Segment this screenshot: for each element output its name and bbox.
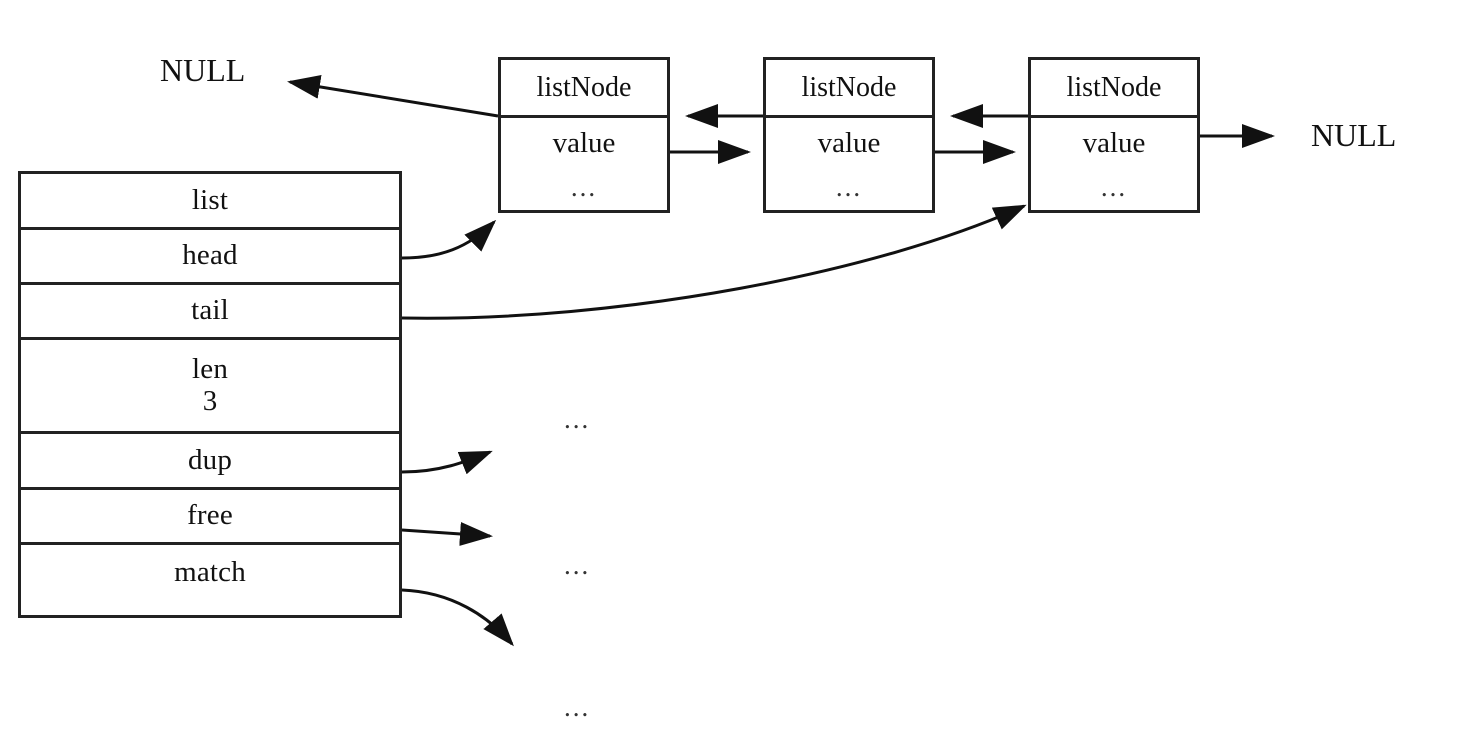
struct-row-free: free	[21, 490, 399, 545]
list-node-3: listNode value ...	[1028, 57, 1200, 213]
struct-field-name-match: match	[174, 555, 246, 588]
list-node-1-value: value	[552, 127, 616, 159]
arrow-head-to-node1	[401, 219, 497, 260]
struct-row-tail: tail	[21, 285, 399, 340]
list-node-3-body: value ...	[1031, 118, 1197, 210]
list-node-3-value: value	[1082, 127, 1146, 159]
dup-callback-ellipsis: ...	[564, 404, 591, 434]
list-node-3-title: listNode	[1031, 60, 1197, 118]
list-struct-table: list head tail len 3 dup free match	[18, 171, 402, 618]
list-node-2-value: value	[817, 127, 881, 159]
struct-row-len: len 3	[21, 340, 399, 434]
list-node-2-title: listNode	[766, 60, 932, 118]
null-label-right: NULL	[1311, 117, 1397, 153]
struct-field-name-list: list	[191, 183, 229, 216]
struct-field-name-dup: dup	[187, 443, 233, 476]
arrow-dup-to-callback	[401, 450, 493, 475]
null-label-left: NULL	[160, 52, 246, 88]
list-node-1-title: listNode	[501, 60, 667, 118]
struct-field-value-len: 3	[202, 384, 218, 417]
list-node-1-ellipsis: ...	[570, 172, 598, 203]
struct-row-match: match	[21, 545, 399, 600]
struct-row-dup: dup	[21, 434, 399, 490]
diagram-canvas: NULL NULL list head tail len 3 dup free …	[0, 0, 1474, 752]
free-callback-ellipsis: ...	[564, 550, 591, 580]
struct-field-name-len: len	[191, 353, 229, 386]
list-node-3-ellipsis: ...	[1100, 172, 1128, 203]
arrow-tail-to-node3	[401, 204, 1027, 320]
list-node-2: listNode value ...	[763, 57, 935, 213]
struct-field-name-free: free	[187, 499, 233, 532]
arrow-free-to-callback	[401, 521, 493, 546]
struct-row-head: head	[21, 230, 399, 285]
match-callback-ellipsis: ...	[564, 692, 591, 722]
struct-field-name-tail: tail	[191, 294, 229, 327]
list-node-2-body: value ...	[766, 118, 932, 210]
arrow-node1-prev-null	[287, 74, 499, 118]
struct-row-list: list	[21, 174, 399, 230]
struct-field-name-head: head	[182, 239, 238, 272]
list-node-1: listNode value ...	[498, 57, 670, 213]
list-node-2-ellipsis: ...	[835, 172, 863, 203]
arrow-match-to-callback	[401, 588, 514, 647]
list-node-1-body: value ...	[501, 118, 667, 210]
